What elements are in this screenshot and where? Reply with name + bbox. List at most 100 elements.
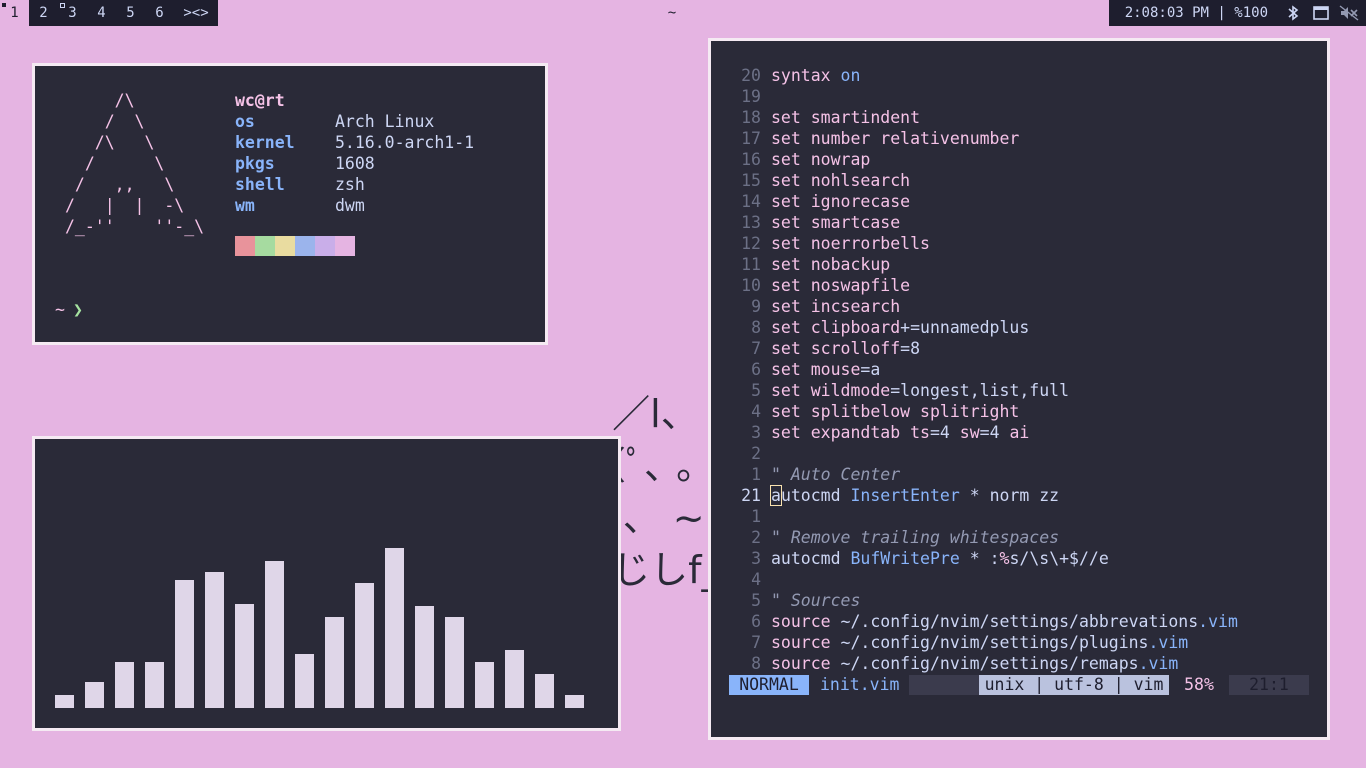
info-value: zsh [335,175,365,194]
line-text: source ~/.config/nvim/settings/remaps.vi… [771,653,1178,674]
code-token: ~/.config/nvim/settings/remaps [840,654,1139,673]
line-number: 7 [751,633,761,652]
visualizer-bar [145,662,164,708]
line-number: 10 [741,276,761,295]
line-text: set ignorecase [771,191,910,212]
visualizer-bar [115,662,134,708]
editor-line[interactable]: 1 [728,506,1238,527]
code-token: scrolloff [810,339,901,358]
editor-line[interactable]: 7 set scrolloff=8 [728,338,1238,359]
editor-line[interactable]: 12 set noerrorbells [728,233,1238,254]
visualizer-bar [385,548,404,708]
visualizer-bar [475,662,494,708]
editor-line[interactable]: 13 set smartcase [728,212,1238,233]
editor-line[interactable]: 8 source ~/.config/nvim/settings/remaps.v… [728,653,1238,674]
code-token: nohlsearch [810,171,911,190]
code-token: " Auto Center [771,465,901,484]
line-number: 7 [751,339,761,358]
code-token: wildmode [810,381,891,400]
editor-line[interactable]: 8 set clipboard+=unnamedplus [728,317,1238,338]
file-name: init.vim [809,675,909,695]
editor-line[interactable]: 20 syntax on [728,65,1238,86]
editor-line[interactable]: 16 set nowrap [728,149,1238,170]
code-token: set [771,339,811,358]
code-token: % [999,549,1010,568]
editor-line[interactable]: 5 " Sources [728,590,1238,611]
tag-2[interactable]: 2 [29,0,58,26]
line-number: 8 [751,318,761,337]
code-token: set [771,192,811,211]
code-token: source [771,633,841,652]
editor-line[interactable]: 4 [728,569,1238,590]
editor-line[interactable]: 15 set nohlsearch [728,170,1238,191]
editor-line[interactable]: 4 set splitbelow splitright [728,401,1238,422]
editor-line[interactable]: 7 source ~/.config/nvim/settings/plugins.… [728,632,1238,653]
visualizer-bar [355,583,374,708]
code-token: incsearch [810,297,901,316]
editor-line[interactable]: 21 autocmd InsertEnter * norm zz [728,485,1238,506]
tag-6[interactable]: 6 [145,0,174,26]
line-number: 15 [741,171,761,190]
editor-line[interactable]: 6 set mouse=a [728,359,1238,380]
info-key: pkgs [235,154,275,173]
editor-line[interactable]: 3 autocmd BufWritePre * :%s/\s\+$//e [728,548,1238,569]
editor-line[interactable]: 10 set noswapfile [728,275,1238,296]
line-text: set nobackup [771,254,890,275]
line-text: set incsearch [771,296,900,317]
tag-label: 3 [68,5,77,21]
editor-line[interactable]: 6 source ~/.config/nvim/settings/abbrevat… [728,611,1238,632]
editor-line[interactable]: 2 [728,443,1238,464]
occupied-indicator [2,3,6,7]
code-token: norm zz [989,486,1060,505]
line-text: set mouse=a [771,359,880,380]
line-text: set expandtab ts=4 sw=4 ai [771,422,1029,443]
fetch-terminal-window[interactable]: /\ / \ /\ \ / \ / ,, \ / | | -\ /_-'' ''… [32,63,548,345]
user-host: wc@rt [235,91,285,110]
visualizer-bar [415,606,434,708]
visualizer-bar [55,695,74,708]
line-number: 3 [751,423,761,442]
line-number: 5 [751,591,761,610]
editor-line[interactable]: 9 set incsearch [728,296,1238,317]
code-token: " Sources [771,591,861,610]
code-token: * : [959,549,1000,568]
layout-indicator[interactable]: ><> [174,0,218,26]
editor-line[interactable]: 19 [728,86,1238,107]
editor-line[interactable]: 3 set expandtab ts=4 sw=4 ai [728,422,1238,443]
color-swatch [335,236,355,256]
code-token: =a [860,360,881,379]
audio-visualizer-window[interactable] [32,436,621,731]
tag-5[interactable]: 5 [116,0,145,26]
line-number: 18 [741,108,761,127]
tag-3[interactable]: 3 [58,0,87,26]
statusline: NORMAL init.vim unix | utf-8 | vim 58% 2… [729,675,1309,695]
window-icon[interactable] [1308,0,1334,26]
scroll-percent: 58% [1169,675,1229,695]
editor-line[interactable]: 5 set wildmode=longest,list,full [728,380,1238,401]
code-token: set [771,360,811,379]
code-token: on [840,66,861,85]
tag-4[interactable]: 4 [87,0,116,26]
tag-1[interactable]: 1 [0,0,29,26]
info-row-kernel: kernel 5.16.0-arch1-1 [235,132,474,153]
shell-prompt[interactable]: ~ ❯ [55,299,83,320]
info-key: os [235,112,255,131]
editor-line[interactable]: 1 " Auto Center [728,464,1238,485]
editor-line[interactable]: 11 set nobackup [728,254,1238,275]
editor-line[interactable]: 18 set smartindent [728,107,1238,128]
line-number: 4 [751,570,761,589]
editor-buffer[interactable]: 20 syntax on 19 18 set smartindent 17 set numb… [728,65,1238,674]
editor-line[interactable]: 2 " Remove trailing whitespaces [728,527,1238,548]
code-token: s/\s\+$//e [1009,549,1109,568]
window-title: ~ [667,5,677,21]
neovim-window[interactable]: 20 syntax on 19 18 set smartindent 17 set numb… [708,38,1330,740]
muted-speaker-icon[interactable] [1336,0,1362,26]
line-text: source ~/.config/nvim/settings/plugins.v… [771,632,1188,653]
code-token: " Remove trailing whitespaces [771,528,1060,547]
cursor-position: 21:1 [1229,675,1309,695]
code-token: set [771,255,811,274]
code-token: mouse [810,360,861,379]
editor-line[interactable]: 17 set number relativenumber [728,128,1238,149]
editor-line[interactable]: 14 set ignorecase [728,191,1238,212]
bluetooth-icon[interactable] [1280,0,1306,26]
